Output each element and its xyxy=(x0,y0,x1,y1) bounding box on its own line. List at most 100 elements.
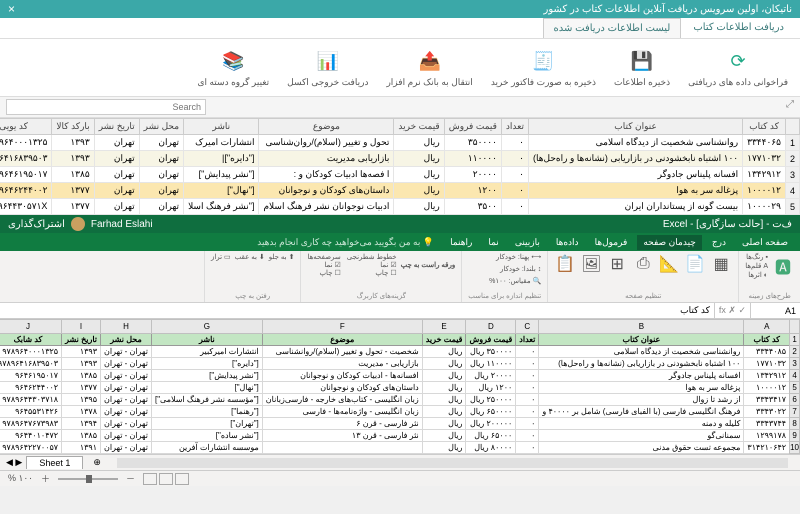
sheet-header[interactable]: عنوان کتاب xyxy=(539,334,744,346)
view-normal-icon[interactable] xyxy=(143,473,157,485)
col-letter[interactable]: C xyxy=(516,320,539,334)
sheet-row[interactable]: 3۱۷۷۱۰۳۲۱۰۰ اشتباه نابخشودنی در بازاریاب… xyxy=(0,358,800,370)
tell-me[interactable]: 💡 به من بگویید می‌خواهید چه کاری انجام ب… xyxy=(251,235,440,250)
menu-formulas[interactable]: فرمول‌ها xyxy=(589,235,634,250)
breaks-icon[interactable]: ⊞ xyxy=(606,253,628,275)
hscroll[interactable] xyxy=(117,458,788,468)
menu-review[interactable]: بازبینی xyxy=(509,235,546,250)
close-icon[interactable]: × xyxy=(8,2,15,16)
col-letter[interactable]: H xyxy=(101,320,152,334)
col-letter[interactable]: E xyxy=(422,320,466,334)
formula-input[interactable]: کد کتاب xyxy=(0,303,714,318)
tab-received-list[interactable]: لیست اطلاعات دریافت شده xyxy=(543,18,682,38)
orientation-icon[interactable]: 📄 xyxy=(684,253,706,275)
menu-home[interactable]: صفحه اصلی xyxy=(736,235,794,250)
excel-icon: 📊 xyxy=(314,47,342,75)
table-row[interactable]: 3۱۳۴۲۹۱۲افسانه پلیناس جادوگر۰۲۰۰۰۰ریالا … xyxy=(0,167,800,183)
table-row[interactable]: 4۱۰۰۰۰۱۲پزغاله سر به هوا۰۱۲۰۰ریالداستان‌… xyxy=(0,183,800,199)
fx-icon[interactable]: ✓ ✗ fx xyxy=(714,303,750,318)
col-letter[interactable]: D xyxy=(466,320,516,334)
col-header[interactable]: تاریخ نشر xyxy=(94,119,139,135)
ribbon-invoice[interactable]: 🧾 ذخیره به صورت فاکتور خرید xyxy=(491,47,596,88)
add-sheet-icon[interactable]: ⊕ xyxy=(87,457,107,468)
sheet-header[interactable]: قیمت خرید xyxy=(422,334,466,346)
sheet-row[interactable]: 8۳۳۴۳۷۴۴کلیله و دمنه۰۲۰۰۰۰۰ ریالریالنثر … xyxy=(0,418,800,430)
menu-data[interactable]: داده‌ها xyxy=(550,235,585,250)
col-header[interactable]: قیمت فروش xyxy=(444,119,501,135)
sheet-header[interactable]: تاریخ نشر xyxy=(62,334,101,346)
group-icon: 📚 xyxy=(219,47,247,75)
colors-btn[interactable]: ▪ رنگ‌ها xyxy=(745,253,768,261)
ribbon-group-scale: ⟷ پهنا: خودکار ↕ بلندا: خودکار 🔍 مقیاس: … xyxy=(461,251,547,302)
col-header[interactable]: بارکد کالا xyxy=(52,119,94,135)
sheet-tab-1[interactable]: Sheet 1 xyxy=(26,456,83,469)
col-letter[interactable]: A xyxy=(744,320,790,334)
size-icon[interactable]: 📐 xyxy=(658,253,680,275)
col-letter[interactable]: G xyxy=(151,320,262,334)
fonts-btn[interactable]: A قلم‌ها xyxy=(745,262,768,270)
col-header[interactable]: تعداد xyxy=(501,119,528,135)
app-titlebar: ناتیکان، اولین سرویس دریافت آنلاین اطلاع… xyxy=(0,0,800,18)
col-letter[interactable]: B xyxy=(539,320,744,334)
status-bar: % ۱۰۰ ＋ － xyxy=(0,470,800,486)
ribbon-transfer[interactable]: 📤 انتقال به بانک نرم افزار xyxy=(386,47,472,88)
col-header[interactable]: موضوع xyxy=(259,119,394,135)
sheet-row[interactable]: 7۳۳۴۳۰۲۲فرهنگ انگلیسی فارسی (با الفبای ف… xyxy=(0,406,800,418)
sheet-header[interactable]: کد کتاب xyxy=(744,334,790,346)
excel-grid[interactable]: ABCDEFGHIJکد 1کد کتابعنوان کتابتعدادقیمت… xyxy=(0,319,800,454)
sheet-header[interactable]: تعداد xyxy=(516,334,539,346)
search-input[interactable] xyxy=(6,99,206,115)
menu-view[interactable]: نما xyxy=(482,235,504,250)
sheet-header[interactable]: قیمت فروش xyxy=(466,334,516,346)
app-title-text: ناتیکان، اولین سرویس دریافت آنلاین اطلاع… xyxy=(543,4,792,15)
sheet-row[interactable]: 2۳۳۴۴۰۸۵روانشناسی شخصیت از دیدگاه اسلامی… xyxy=(0,346,800,358)
menu-insert[interactable]: درج xyxy=(706,235,732,250)
col-header[interactable]: محل نشر xyxy=(139,119,183,135)
printtitles-icon[interactable]: 📋 xyxy=(554,253,576,275)
background-icon[interactable]: 🖼 xyxy=(580,253,602,275)
table-row[interactable]: 2۱۷۷۱۰۳۲۱۰۰ اشتباه نابخشودنی در بازاریاب… xyxy=(0,151,800,167)
ribbon-excel[interactable]: 📊 دریافت خروجی اکسل xyxy=(287,47,368,88)
col-header[interactable]: کد یویی xyxy=(0,119,52,135)
excel-title-text: ف‌ت - [حالت سازگاری] - Excel xyxy=(663,219,792,230)
sheet-header[interactable]: محل نشر xyxy=(101,334,152,346)
tab-receive-info[interactable]: دریافت اطلاعات کتاب xyxy=(683,18,794,38)
col-header[interactable]: عنوان کتاب xyxy=(529,119,743,135)
margins-icon[interactable]: ▦ xyxy=(710,253,732,275)
view-layout-icon[interactable] xyxy=(159,473,173,485)
formula-bar: A1 ✓ ✗ fx کد کتاب xyxy=(0,303,800,319)
sheet-row[interactable]: 5۱۰۰۰۰۱۲پزغاله سر به هوا۰۱۲۰۰ ریالریالدا… xyxy=(0,382,800,394)
table-row[interactable]: 1۳۳۴۴۰۶۵روانشناسی شخصیت از دیدگاه اسلامی… xyxy=(0,135,800,151)
sheet-header[interactable]: کد شابک xyxy=(0,334,62,346)
effects-btn[interactable]: ◐ اثرها xyxy=(745,271,768,279)
zoom-slider[interactable] xyxy=(58,478,118,480)
ribbon-group[interactable]: 📚 تغییر گروه دسته ای xyxy=(197,47,269,88)
col-header[interactable]: قیمت خرید xyxy=(394,119,444,135)
col-letter[interactable]: F xyxy=(262,320,422,334)
ribbon-save[interactable]: 💾 ذخیره اطلاعات xyxy=(614,47,670,88)
sheet-header[interactable]: ناشر xyxy=(151,334,262,346)
select-all-corner[interactable] xyxy=(790,320,800,334)
col-header[interactable]: ناشر xyxy=(184,119,259,135)
sheet-row[interactable]: 6۳۳۴۳۴۱۷از رشد تا زوال۰۲۵۰۰۰۰ ریالریالزب… xyxy=(0,394,800,406)
themes-icon[interactable]: 🅰 xyxy=(772,255,794,277)
sheet-nav[interactable]: ◀ ▶ xyxy=(6,457,22,468)
menu-layout[interactable]: چیدمان صفحه xyxy=(637,235,702,250)
table-row[interactable]: 5۱۰۰۰۰۲۹بیست گونه از پستانداران ایران۰۳۵… xyxy=(0,199,800,215)
sheet-header[interactable]: موضوع xyxy=(262,334,422,346)
col-header[interactable]: کد کتاب xyxy=(743,119,786,135)
share-button[interactable]: اشتراک‌گذاری xyxy=(8,219,65,230)
sheet-row[interactable]: 4۱۳۴۲۹۱۲افسانه پلیناس جادوگر۰۲۰۰۰۰ ریالر… xyxy=(0,370,800,382)
ribbon-refresh[interactable]: ⟳ فراخوانی داده های دریافتی xyxy=(688,47,788,88)
expand-icon[interactable]: ⤢ xyxy=(786,99,794,115)
excel-titlebar: ف‌ت - [حالت سازگاری] - Excel Farhad Esla… xyxy=(0,215,800,233)
view-break-icon[interactable] xyxy=(175,473,189,485)
printarea-icon[interactable]: ⎙ xyxy=(632,253,654,275)
sheet-row[interactable]: 10۳۱۴۲۱۰۶۴۲مجموعه تست حقوق مدنی۰۸۰۰۰۰ ری… xyxy=(0,442,800,454)
col-letter[interactable]: I xyxy=(62,320,101,334)
col-letter[interactable]: J xyxy=(0,320,62,334)
sheet-tabs: ◀ ▶ Sheet 1 ⊕ xyxy=(0,454,800,470)
sheet-row[interactable]: 9۱۲۹۹۱۷۸سمنانی‌گو۰۶۵۰۰۰ ریالریالنثر فارس… xyxy=(0,430,800,442)
menu-help[interactable]: راهنما xyxy=(444,235,478,250)
name-box[interactable]: A1 xyxy=(750,303,800,318)
